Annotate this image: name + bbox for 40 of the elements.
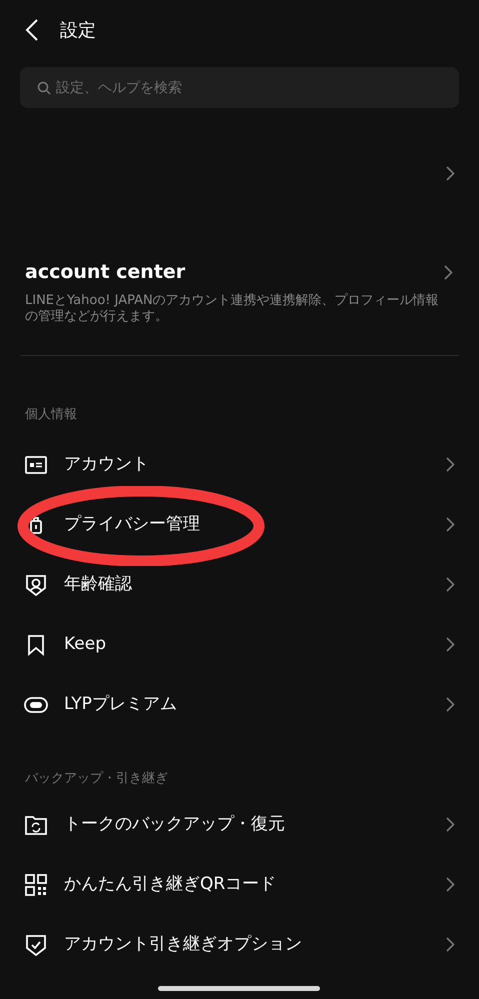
chevron-icon <box>446 637 455 652</box>
chevron-icon <box>446 817 455 832</box>
account-center-title[interactable]: account center <box>25 258 186 286</box>
settings-item[interactable]: トークのバックアップ・復元 <box>0 794 479 854</box>
account-center-description: LINEとYahoo! JAPANのアカウント連携や連携解除、プロフィール情報の管理などが行えます。 <box>25 292 440 324</box>
chevron-icon[interactable] <box>444 264 453 280</box>
item-label: Keep <box>64 632 108 656</box>
page-title: 設定 <box>60 18 96 42</box>
section-header: 個人情報 <box>25 406 77 422</box>
item-label: かんたん引き継ぎQRコード <box>64 872 278 896</box>
item-label: アカウント引き継ぎオプション <box>64 932 303 956</box>
item-label: LYPプレミアム <box>64 692 178 716</box>
settings-item[interactable]: Keep <box>0 614 479 674</box>
settings-item[interactable]: アカウント引き継ぎオプション <box>0 914 479 974</box>
section-header: バックアップ・引き継ぎ <box>25 770 168 786</box>
settings-item[interactable]: 年齢確認 <box>0 554 479 614</box>
chevron-icon <box>446 937 455 952</box>
search-field[interactable]: 設定、ヘルプを検索 <box>20 67 459 108</box>
shield-check-icon <box>25 934 47 956</box>
settings-item[interactable]: LYPプレミアム <box>0 674 479 734</box>
settings-item[interactable]: かんたん引き継ぎQRコード <box>0 854 479 914</box>
item-label: 年齢確認 <box>64 572 133 596</box>
item-label: アカウント <box>64 452 150 476</box>
shield-person-icon <box>25 574 47 596</box>
settings-item[interactable]: アカウント <box>0 434 479 494</box>
chevron-icon <box>446 697 455 712</box>
bookmark-icon <box>25 634 47 656</box>
id-card-icon <box>25 454 47 474</box>
chevron-icon <box>446 517 455 532</box>
qr-code-icon <box>25 874 47 896</box>
folder-sync-icon <box>25 814 47 834</box>
chevron-icon[interactable] <box>446 166 455 180</box>
lyp-badge-icon <box>24 696 48 712</box>
item-label: トークのバックアップ・復元 <box>64 812 286 836</box>
chevron-icon <box>446 877 455 892</box>
item-label: プライバシー管理 <box>64 512 201 536</box>
chevron-icon <box>446 457 455 472</box>
search-icon <box>37 81 51 95</box>
chevron-icon <box>446 577 455 592</box>
settings-item[interactable]: プライバシー管理 <box>0 494 479 554</box>
